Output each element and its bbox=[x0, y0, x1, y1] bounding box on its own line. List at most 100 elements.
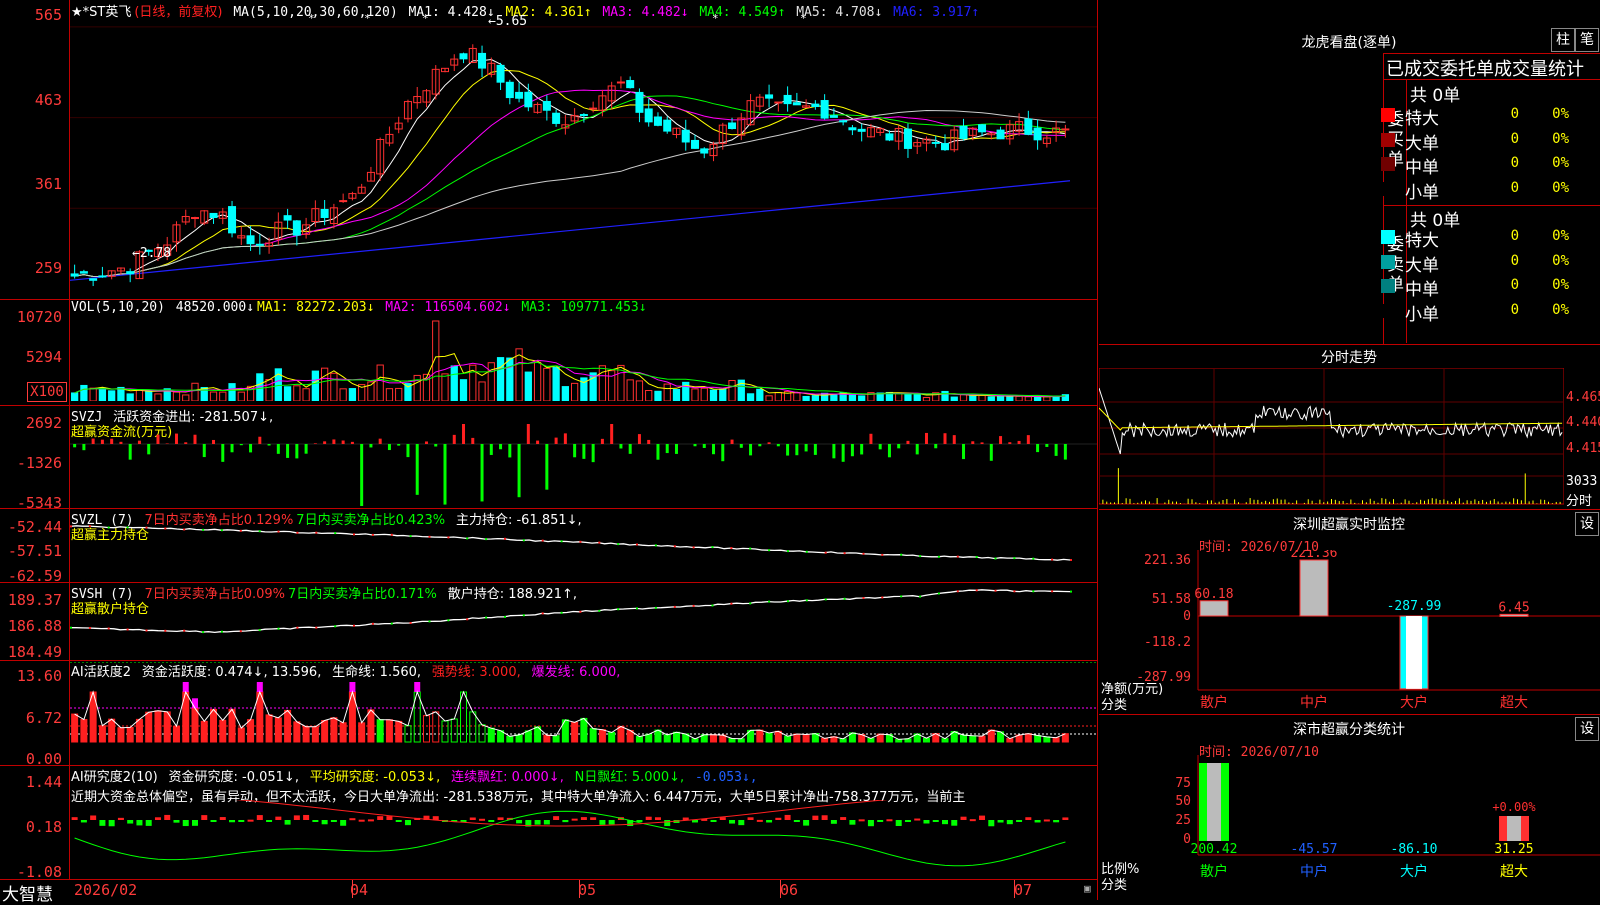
bar-mode-button[interactable]: 柱 bbox=[1551, 28, 1575, 52]
retail-holding-line-dot bbox=[447, 619, 449, 621]
ai2-header: AI研究度2(10) 资金研究度: -0.051↓, 平均研究度: -0.053… bbox=[71, 766, 761, 785]
volume-bar bbox=[303, 389, 309, 401]
activity-bar bbox=[766, 733, 772, 742]
fund-flow-bar bbox=[82, 444, 85, 450]
retail-holding-line-dot bbox=[146, 630, 148, 632]
svsh-chart[interactable] bbox=[70, 584, 1097, 660]
main-holding-line-dot bbox=[655, 544, 657, 546]
research-bar bbox=[535, 820, 541, 825]
activity-bar bbox=[303, 727, 309, 742]
candlestick-chart[interactable] bbox=[70, 18, 1097, 299]
order-type-label: 小单 bbox=[1405, 300, 1439, 325]
svzj-chart[interactable] bbox=[70, 420, 1097, 506]
volume-bar bbox=[312, 371, 318, 401]
order-type-label: 小单 bbox=[1405, 178, 1439, 203]
fund-flow-bar bbox=[351, 442, 354, 444]
classify-bar-highlight bbox=[1207, 763, 1221, 841]
ma-line bbox=[75, 71, 1066, 277]
candle-body bbox=[506, 82, 513, 97]
volume-bar bbox=[766, 396, 772, 401]
retail-holding-line-dot bbox=[202, 631, 204, 633]
candle-body bbox=[692, 140, 699, 148]
retail-holding-line-dot bbox=[278, 628, 280, 630]
retail-holding-line-dot bbox=[900, 595, 902, 597]
main-holding-line-dot bbox=[768, 549, 770, 551]
candle-body bbox=[636, 92, 643, 112]
intraday-chart[interactable] bbox=[1099, 368, 1564, 505]
classify-y-tick: 75 bbox=[1175, 776, 1191, 791]
activity-bar bbox=[738, 739, 744, 742]
main-holding-line-dot bbox=[429, 536, 431, 538]
volume-bar bbox=[507, 358, 513, 401]
classify-y-tick: 50 bbox=[1175, 794, 1191, 809]
volume-chart[interactable] bbox=[70, 316, 1097, 401]
fund-flow-bar bbox=[601, 439, 604, 444]
volume-bar bbox=[673, 390, 679, 401]
volume-bar bbox=[183, 395, 189, 401]
x-tick: 06 bbox=[780, 881, 798, 899]
x-tick-mark bbox=[352, 880, 353, 898]
retail-holding-line-dot bbox=[712, 605, 714, 607]
intraday-frame bbox=[1099, 368, 1564, 504]
classify-settings-button[interactable]: 设 bbox=[1575, 717, 1599, 741]
svzl-y-tick: -62.59 bbox=[0, 567, 62, 585]
research-bar bbox=[757, 820, 763, 822]
order-type-label: 中单 bbox=[1405, 275, 1439, 300]
activity-bar bbox=[294, 722, 300, 742]
activity-bar bbox=[803, 735, 809, 742]
research-bar bbox=[803, 820, 809, 826]
activity-peak bbox=[414, 682, 420, 692]
candle-body bbox=[80, 272, 87, 273]
volume-bar bbox=[396, 388, 402, 401]
volume-bar bbox=[812, 396, 818, 401]
volume-bar bbox=[553, 367, 559, 401]
activity-bar bbox=[109, 719, 115, 742]
research-bar bbox=[229, 820, 235, 822]
fund-flow-bar bbox=[758, 444, 761, 446]
research-bar bbox=[942, 820, 948, 824]
monitor-y-tick: 51.58 bbox=[1152, 592, 1191, 607]
fund-flow-bar bbox=[860, 444, 863, 454]
retail-holding-line-dot bbox=[617, 608, 619, 610]
fenshi-section[interactable]: 分时走势 4.465 4.440 4.415 3033 分时 bbox=[1099, 345, 1600, 510]
fund-flow-bar bbox=[212, 440, 215, 444]
retail-holding-line-dot bbox=[636, 607, 638, 609]
tick-mode-button[interactable]: 笔 bbox=[1575, 28, 1599, 52]
activity-bar bbox=[1053, 738, 1059, 742]
retail-holding-line-dot bbox=[674, 606, 676, 608]
research-bar bbox=[775, 818, 781, 820]
ma-line bbox=[75, 111, 1066, 277]
fund-flow-bar bbox=[119, 442, 122, 444]
svzl-y-tick: -57.51 bbox=[0, 542, 62, 560]
fund-flow-bar bbox=[277, 444, 280, 454]
classify-category: 中户 bbox=[1300, 863, 1328, 880]
monitor-settings-button[interactable]: 设 bbox=[1575, 512, 1599, 536]
fund-flow-bar bbox=[314, 443, 317, 444]
classify-category: 超大 bbox=[1500, 864, 1528, 880]
monitor-bar-chart[interactable]: 221.3651.580-118.2-287.9960.18221.36-287… bbox=[1099, 550, 1600, 710]
research-bar bbox=[1035, 820, 1041, 822]
main-holding-line-dot bbox=[806, 551, 808, 553]
volume-bar bbox=[72, 393, 78, 401]
research-bar bbox=[136, 820, 142, 825]
fund-flow-bar bbox=[240, 444, 243, 445]
ai1-chart[interactable] bbox=[70, 662, 1097, 765]
classify-bar-chart[interactable]: 7550250+0.00%200.42-45.57-86.1031.25散户中户… bbox=[1099, 755, 1600, 900]
ma-line bbox=[75, 96, 1066, 277]
retail-holding-line-dot bbox=[410, 622, 412, 624]
volume-bar bbox=[960, 395, 966, 401]
volume-bar bbox=[757, 389, 763, 401]
fund-flow-bar bbox=[925, 433, 928, 444]
svzl-chart[interactable] bbox=[70, 510, 1097, 582]
lock-icon[interactable]: ▣ bbox=[1084, 882, 1091, 895]
candle-body bbox=[812, 104, 819, 106]
activity-bar bbox=[507, 736, 513, 742]
ai2-chart[interactable] bbox=[70, 800, 1097, 879]
activity-bar bbox=[155, 711, 161, 742]
fenshi-y-tick: 4.440 bbox=[1566, 415, 1600, 430]
retail-holding-line-dot bbox=[504, 616, 506, 618]
research-bar bbox=[572, 819, 578, 821]
volume-bar bbox=[627, 380, 633, 401]
fund-flow-bar bbox=[175, 434, 178, 444]
fund-flow-bar bbox=[592, 444, 595, 462]
